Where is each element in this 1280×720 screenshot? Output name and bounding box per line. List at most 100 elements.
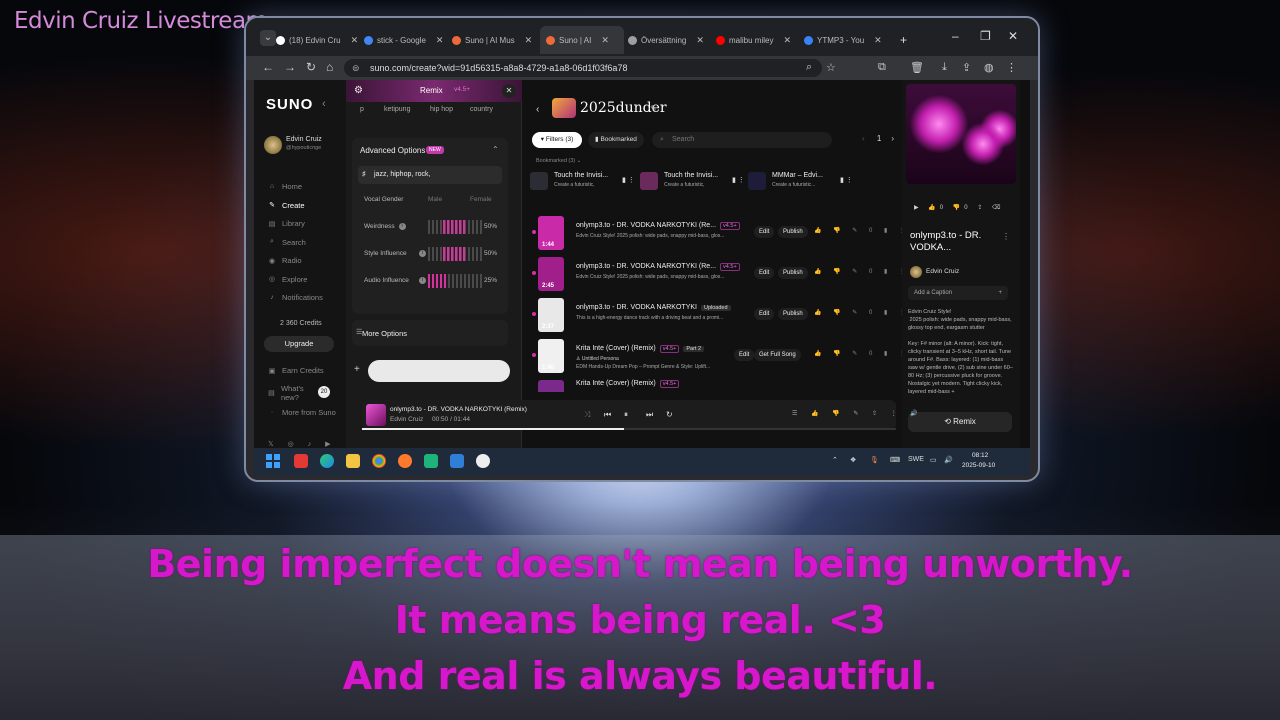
table-row[interactable]: 2:37 onlymp3.to - DR. VODKA NARKOTYKI Uplo… (532, 296, 905, 334)
song-title[interactable]: onlymp3.to - DR. VODKA NARKOTYKI Uploaded (576, 304, 731, 311)
new-tab-button[interactable]: + (900, 30, 907, 50)
mic-icon[interactable]: 🎙 (870, 456, 879, 464)
exclude-styles-input[interactable]: ♯ jazz, hiphop, rock, (358, 166, 502, 184)
trash-icon[interactable]: 🗑 (910, 61, 924, 74)
info-icon[interactable]: i (419, 277, 426, 284)
genre-chip[interactable]: p (360, 106, 364, 113)
bookmark-thumb[interactable] (748, 172, 766, 190)
close-tab-icon[interactable]: ✕ (696, 35, 704, 46)
search-input[interactable]: ⌕ Search (652, 132, 832, 148)
player-cover[interactable] (366, 404, 386, 426)
extensions-icon[interactable]: ⧉ (878, 61, 886, 74)
close-tab-icon[interactable]: ✕ (351, 35, 359, 46)
slider-style-influence[interactable]: Style Influence i 50% (364, 247, 500, 261)
sidebar-item-notifications[interactable]: ♪ Notifications (268, 293, 323, 302)
keyboard-icon[interactable]: ⌨ (890, 456, 900, 464)
tray-chevron-icon[interactable]: ⌃ (832, 456, 838, 464)
url-input[interactable]: ⊜ suno.com/create?wid=91d56315-a8a8-4729-… (344, 59, 822, 77)
sidebar-item-library[interactable]: ▤ Library (268, 219, 305, 228)
app-icon-green[interactable] (424, 454, 438, 468)
slider-fill[interactable] (442, 247, 468, 261)
bookmark-icon[interactable]: ▮ ⋮ (840, 176, 853, 184)
previous-icon[interactable]: ⏮ (604, 410, 611, 420)
prev-page-icon[interactable]: ‹ (862, 134, 867, 143)
vocal-male-option[interactable]: Male (428, 196, 442, 203)
close-window-icon[interactable]: ✕ (1008, 29, 1018, 43)
close-tab-icon[interactable]: ✕ (436, 35, 444, 46)
back-icon[interactable]: ← (262, 60, 274, 74)
folder-icon[interactable] (346, 454, 360, 468)
sidebar-item-create[interactable]: ✎ Create (268, 201, 304, 210)
edit-button[interactable]: Edit (754, 267, 775, 279)
info-icon[interactable]: i (398, 223, 406, 230)
tab-search-chevron-icon[interactable]: ⌄ (260, 30, 276, 46)
clock-time[interactable]: 08:12 (972, 452, 988, 459)
genre-chip[interactable]: hip hop (430, 106, 453, 113)
table-row[interactable]: 1:40 Krita Inte (Cover) (Remix) v4.5+ Part … (532, 337, 905, 375)
youtube-icon[interactable] (294, 454, 308, 468)
version-badge[interactable]: v4.5+ (454, 86, 470, 93)
player-actions[interactable]: ☰ 👍 👎 ✎ ⇪ ⋮ 🔊 (792, 410, 924, 417)
close-icon[interactable]: ✕ (502, 84, 516, 98)
progress-bar-track[interactable] (623, 428, 896, 430)
download-icon[interactable]: ⤓ (942, 61, 947, 74)
edit-button[interactable]: Edit (754, 308, 775, 320)
network-icon[interactable]: ▭ (930, 456, 937, 464)
close-tab-icon[interactable]: ✕ (525, 35, 533, 46)
song-title[interactable]: onlymp3.to - DR. VODKA NARKOTYKI (Re... v… (576, 222, 740, 230)
minimize-icon[interactable]: – (952, 29, 959, 43)
shuffle-icon[interactable]: ⤨ (584, 410, 590, 420)
edge-icon[interactable] (320, 454, 334, 468)
app-icon-blue[interactable] (450, 454, 464, 468)
slider-audio-influence[interactable]: Audio Influence i 25% (364, 274, 500, 288)
edit-title-icon[interactable]: ✎ (650, 104, 657, 113)
sidebar-item-earn-credits[interactable]: ▣ Earn Credits (268, 366, 324, 375)
bookmark-card[interactable]: Touch the Invisi... Create a futuristic, ▮… (530, 170, 640, 194)
chrome-icon[interactable] (372, 454, 386, 468)
avatar[interactable] (264, 136, 282, 154)
gear-icon[interactable]: ⚙ (354, 85, 363, 96)
maximize-icon[interactable]: ❐ (980, 29, 991, 43)
profile-icon[interactable]: ◍ (984, 61, 994, 74)
bookmark-icon[interactable]: ▮ ⋮ (622, 176, 635, 184)
clock-date[interactable]: 2025-09-10 (962, 462, 995, 469)
star-icon[interactable]: ☆ (826, 61, 836, 74)
song-title[interactable]: Krita Inte (Cover) (Remix) v4.5+ (576, 380, 680, 388)
next-icon[interactable]: ⏭ (646, 410, 653, 420)
song-thumb[interactable] (538, 380, 564, 392)
artist-name[interactable]: Edvin Cruiz (926, 268, 959, 275)
chevron-up-icon[interactable]: ⌃ (492, 145, 499, 154)
row-actions[interactable]: 👍 👎 ✎ 0 ▮ ⋮ (814, 227, 910, 234)
song-cover[interactable] (906, 84, 1016, 184)
media-player-icon[interactable] (476, 454, 490, 468)
info-icon[interactable]: i (419, 250, 426, 257)
row-actions[interactable]: 👍 👎 ✎ 0 ▮ ⋮ (814, 268, 910, 275)
volume-icon[interactable]: 🔊 (944, 456, 953, 464)
edit-button[interactable]: Edit (754, 226, 775, 238)
tab-3[interactable]: Suno | AI ✕ (540, 26, 624, 54)
table-row[interactable]: 1:44 onlymp3.to - DR. VODKA NARKOTYKI (Re… (532, 214, 905, 252)
add-icon[interactable]: + (354, 364, 360, 375)
reload-icon[interactable]: ↻ (306, 60, 316, 74)
back-workspace-icon[interactable]: ‹ (536, 104, 539, 115)
bookmark-card[interactable]: MMMar – Edvi... Create a futuristic... ▮ ⋮ (748, 170, 858, 194)
advanced-options-title[interactable]: Advanced Options (360, 146, 425, 155)
add-caption-button[interactable]: Add a Caption + (908, 286, 1008, 300)
tab-1[interactable]: stick - Google ✕ (364, 30, 450, 50)
bookmark-thumb[interactable] (640, 172, 658, 190)
sidebar-item-more-from-suno[interactable]: · More from Suno (268, 408, 336, 417)
slider-fill[interactable] (428, 274, 448, 288)
suno-logo[interactable]: SUNO (266, 96, 313, 113)
app-icon-orange[interactable] (398, 454, 412, 468)
close-tab-icon[interactable]: ✕ (601, 35, 609, 46)
bookmark-icon[interactable]: ▮ ⋮ (732, 176, 745, 184)
sidebar-item-explore[interactable]: ◎ Explore (268, 275, 308, 284)
slider-weirdness[interactable]: Weirdness i 50% (364, 220, 500, 234)
next-page-icon[interactable]: › (891, 134, 894, 143)
detail-actions[interactable]: ▶ 👍0 👎0 ⇪ ⌫ (914, 204, 1004, 211)
table-row[interactable]: Krita Inte (Cover) (Remix) v4.5+ (532, 378, 900, 392)
tab-4[interactable]: Översättning ✕ (628, 30, 714, 50)
row-actions[interactable]: 👍 👎 ✎ 0 ▮ ⋮ (814, 309, 910, 316)
bookmark-card[interactable]: Touch the Invisi... Create a futuristic, ▮… (640, 170, 750, 194)
close-tab-icon[interactable]: ✕ (874, 35, 882, 46)
